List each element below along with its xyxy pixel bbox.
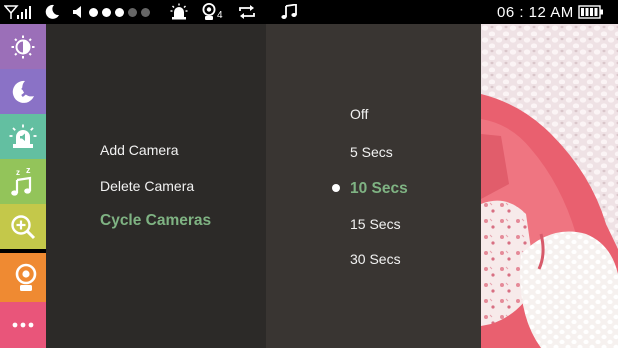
sidebar-item-night-light[interactable] [0,69,46,114]
clock: 06 : 12 AM [497,3,574,21]
svg-text:z: z [26,167,31,175]
brightness-icon [11,35,35,58]
camera-menu-panel: Add Camera Delete Camera Cycle Cameras [46,24,266,348]
menu-item-add-camera[interactable]: Add Camera [100,142,179,158]
more-icon [12,322,34,328]
battery-icon [578,0,604,24]
sidebar: z z [0,24,52,348]
svg-text:z: z [16,168,20,177]
moon-icon [44,0,60,24]
cycle-options-panel: Off 5 Secs 10 Secs 15 Secs 30 Secs [266,24,481,348]
camera-preview-image [481,24,618,348]
moon-icon [12,80,34,103]
sidebar-item-more[interactable] [0,302,46,348]
camera-status: 4 [202,0,223,24]
sidebar-item-alert[interactable] [0,114,46,159]
signal-icon [4,0,32,24]
music-zz-icon: z z [11,167,32,196]
status-bar: 4 06 : 12 AM [0,0,618,24]
option-15-secs[interactable]: 15 Secs [350,216,401,232]
repeat-icon [237,0,257,24]
option-off[interactable]: Off [350,106,368,122]
camera-icon [15,263,37,291]
alarm-light-icon [170,0,188,24]
sidebar-item-brightness[interactable] [0,24,46,69]
sidebar-item-lullaby[interactable]: z z [0,159,46,204]
volume-icon [73,6,81,18]
menu-item-cycle-cameras[interactable]: Cycle Cameras [100,212,211,230]
camera-icon [202,3,216,20]
selected-indicator [332,184,340,192]
sidebar-item-zoom[interactable] [0,204,46,249]
menu-item-delete-camera[interactable]: Delete Camera [100,178,194,194]
volume-level-dot [128,7,137,17]
alarm-light-icon [9,124,37,148]
zoom-in-icon [11,214,36,239]
volume-level-dot [115,7,124,17]
volume-level-dot [89,7,98,17]
volume-level-dot [102,7,111,17]
volume-level-dot [141,7,150,17]
camera-number: 4 [217,9,223,21]
option-10-secs[interactable]: 10 Secs [350,180,408,198]
option-30-secs[interactable]: 30 Secs [350,251,401,267]
option-5-secs[interactable]: 5 Secs [350,144,393,160]
sidebar-item-camera[interactable] [0,253,52,302]
music-note-icon [281,0,297,24]
volume-indicator [72,0,150,24]
